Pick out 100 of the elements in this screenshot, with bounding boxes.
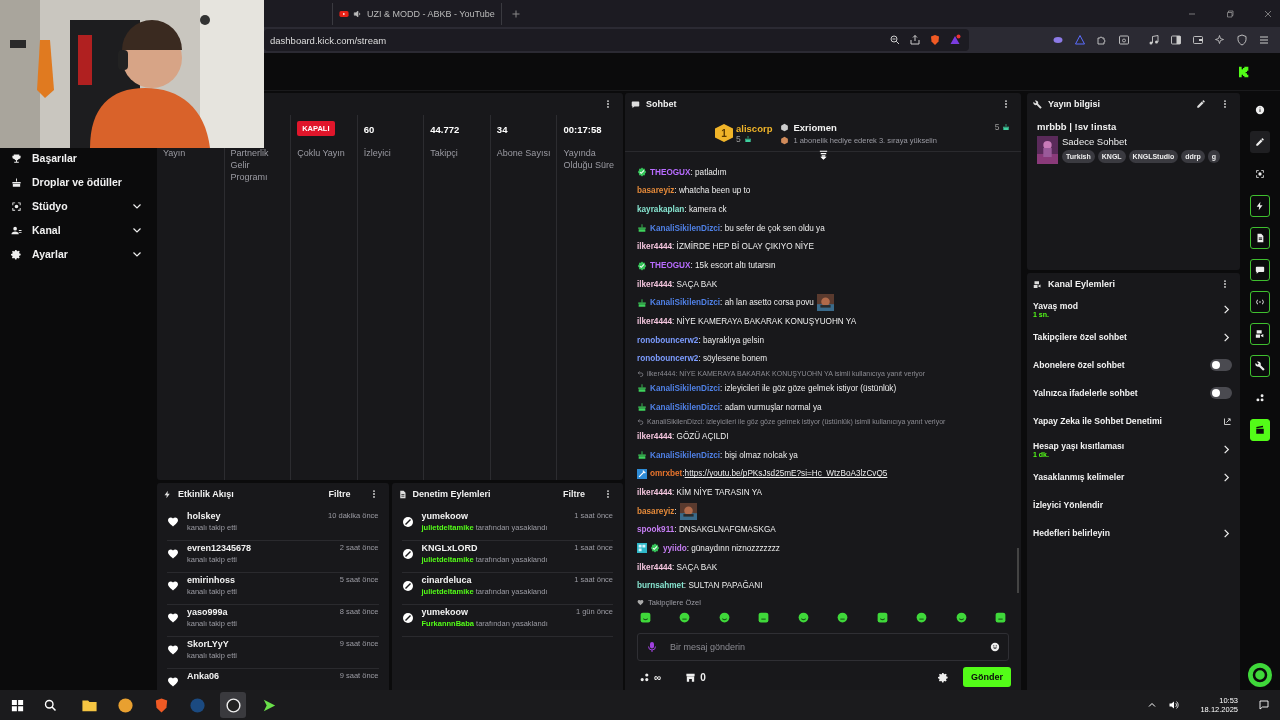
message-input[interactable]: Bir mesaj gönderin xyxy=(668,641,980,653)
notification-icon[interactable] xyxy=(1258,699,1270,711)
username[interactable]: Exriomen xyxy=(793,121,837,133)
send-button[interactable]: Gönder xyxy=(963,667,1011,687)
sparkle-icon[interactable] xyxy=(1214,34,1226,46)
restore-icon[interactable] xyxy=(1224,7,1236,20)
action-label[interactable]: Abonelere özel sohbet xyxy=(1033,360,1210,370)
emote-icon[interactable] xyxy=(875,611,889,624)
chevron-right-icon[interactable] xyxy=(1221,471,1232,483)
broadcast-icon[interactable] xyxy=(1250,291,1270,313)
puzzle-icon[interactable] xyxy=(1096,34,1108,46)
action-label[interactable]: Hedefleri belirleyin xyxy=(1033,528,1221,538)
filter-button[interactable]: Filtre xyxy=(324,489,355,499)
chat-message: yyiido: günaydınn niznozzzzzzz xyxy=(663,544,780,553)
pencil-icon[interactable] xyxy=(1250,131,1270,153)
gift-icon xyxy=(11,176,22,188)
search-icon[interactable] xyxy=(43,697,58,713)
external-link-icon[interactable] xyxy=(1223,416,1232,426)
username[interactable]: cinardeluca xyxy=(421,575,567,585)
verified-icon xyxy=(637,167,647,178)
username[interactable]: evren12345678 xyxy=(187,543,332,553)
music-icon[interactable] xyxy=(1148,34,1160,46)
sidebar-item[interactable]: Başarılar xyxy=(0,146,155,170)
dots-icon[interactable] xyxy=(639,671,650,683)
action-label[interactable]: Takipçilere özel sohbet xyxy=(1033,332,1221,342)
share-icon[interactable] xyxy=(909,34,921,46)
filter-button[interactable]: Filtre xyxy=(559,489,589,499)
sidebar-item[interactable]: Kanal xyxy=(0,218,155,242)
window-search-icon[interactable] xyxy=(1118,34,1130,46)
chevron-right-icon[interactable] xyxy=(1221,527,1232,539)
sidebar-item[interactable]: Droplar ve ödüller xyxy=(0,170,155,194)
menu-icon[interactable] xyxy=(1258,34,1270,46)
zoom-icon[interactable] xyxy=(889,34,901,46)
settings-icon[interactable] xyxy=(938,671,949,683)
scrollbar[interactable] xyxy=(1017,548,1019,593)
sidebar-item[interactable]: Stüdyo xyxy=(0,194,155,218)
support-icon[interactable] xyxy=(1248,663,1272,687)
emote-icon[interactable] xyxy=(678,611,692,624)
shield-icon[interactable] xyxy=(1236,34,1248,46)
username[interactable]: emirinhoss xyxy=(187,575,332,585)
chat-icon[interactable] xyxy=(1250,259,1270,281)
wrench-icon[interactable] xyxy=(1250,355,1270,377)
monitor-icon[interactable] xyxy=(1250,323,1270,345)
document-icon[interactable] xyxy=(1250,227,1270,249)
sort-icon[interactable] xyxy=(817,149,829,160)
speaker-icon[interactable] xyxy=(1168,699,1181,711)
username[interactable]: Anka06 xyxy=(187,671,332,681)
emote-icon[interactable] xyxy=(717,611,731,624)
triangle-icon[interactable] xyxy=(949,34,961,46)
emote-icon[interactable] xyxy=(639,611,652,624)
emote-icon[interactable] xyxy=(836,611,850,624)
emote-icon[interactable] xyxy=(915,611,929,624)
chevron-right-icon[interactable] xyxy=(1221,331,1232,343)
chat-message: spook911: DNSAKGLNAFGMASKGA xyxy=(637,525,776,535)
sidebar-item[interactable]: Ayarlar xyxy=(0,242,155,266)
stat-label: Takipçi xyxy=(430,147,459,159)
username[interactable]: yaso999a xyxy=(187,607,332,617)
emoji-icon[interactable] xyxy=(990,642,1000,652)
emote-icon[interactable] xyxy=(993,611,1007,624)
stat-label: İzleyici xyxy=(363,147,392,159)
action-label[interactable]: Yalnızca ifadelerle sohbet xyxy=(1033,388,1210,398)
browser-tab[interactable]: UZI & MODD - ABKB - YouTube xyxy=(332,2,502,25)
microphone-icon[interactable] xyxy=(646,641,658,653)
message-box[interactable]: Bir mesaj gönderin xyxy=(637,633,1009,661)
windows-icon[interactable] xyxy=(10,697,25,713)
clapper-icon[interactable] xyxy=(1250,419,1270,441)
link[interactable]: https://youtu.be/pPKsJsd25mE?si=Hc_WtzBoA3lzCvQ5 xyxy=(684,469,888,479)
sidebar-icon[interactable] xyxy=(1170,34,1182,46)
username[interactable]: aliscorp xyxy=(736,122,773,134)
action-label[interactable]: İzleyici Yönlendir xyxy=(1033,500,1232,510)
action-label[interactable]: Yasaklanmış kelimeler xyxy=(1033,472,1221,482)
emote-icon[interactable] xyxy=(796,611,810,624)
chevron-right-icon[interactable] xyxy=(1221,443,1232,455)
triangle-icon[interactable] xyxy=(1074,34,1086,46)
username[interactable]: KNGLxLORD xyxy=(421,543,567,553)
username[interactable]: holskey xyxy=(187,511,321,521)
toggle-switch[interactable] xyxy=(1210,387,1232,399)
action-label[interactable]: Hesap yaşı kısıtlaması xyxy=(1033,440,1221,451)
toggle-switch[interactable] xyxy=(1210,359,1232,371)
username[interactable]: SkorLYyY xyxy=(187,639,332,649)
chat-message: KanaliSikilenDizci: adam vurmuşlar normal ya xyxy=(650,402,822,412)
stream-title: mrbbb | !sv !insta xyxy=(1036,120,1118,134)
wallet-icon[interactable] xyxy=(1192,34,1204,46)
store-count: 0 xyxy=(700,671,706,683)
username[interactable]: yumekoow xyxy=(421,607,568,617)
action-label[interactable]: Yavaş mod xyxy=(1033,300,1221,311)
lightning-icon[interactable] xyxy=(1250,195,1270,217)
emote-icon[interactable] xyxy=(757,611,771,624)
emote-icon[interactable] xyxy=(954,611,968,624)
store-icon[interactable] xyxy=(685,671,697,683)
pencil-icon[interactable] xyxy=(1196,99,1206,109)
chevron-right-icon[interactable] xyxy=(1221,303,1232,315)
address-bar[interactable]: dashboard.kick.com/stream xyxy=(264,29,969,51)
stat-value: 60 xyxy=(363,124,375,135)
lightning-icon xyxy=(163,489,172,499)
stat-label: Yayında Olduğu Süre xyxy=(563,147,615,171)
extension-icon[interactable] xyxy=(1052,34,1064,46)
action-label[interactable]: Yapay Zeka ile Sohbet Denetimi xyxy=(1033,416,1223,426)
shield-icon[interactable] xyxy=(929,34,941,46)
username[interactable]: yumekoow xyxy=(421,511,567,521)
